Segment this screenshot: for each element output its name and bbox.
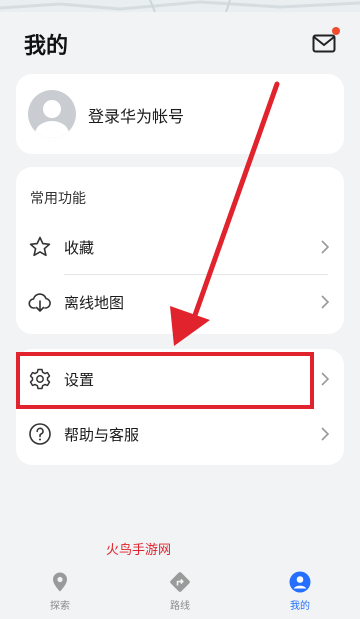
user-icon <box>289 571 311 593</box>
nav-tab-route[interactable]: 路线 <box>140 571 220 619</box>
nav-label-explore: 探索 <box>50 601 70 612</box>
default-avatar-icon <box>28 90 76 138</box>
cloud-download-icon <box>28 293 51 312</box>
nav-tab-explore[interactable]: 探索 <box>20 571 100 619</box>
divider <box>64 274 328 275</box>
favorites-label: 收藏 <box>64 239 95 257</box>
nav-label-mine: 我的 <box>290 601 310 612</box>
star-icon <box>29 236 51 257</box>
route-icon <box>170 572 190 592</box>
help-icon <box>29 423 51 445</box>
mail-button[interactable] <box>310 27 340 56</box>
chevron-right-icon <box>321 295 330 309</box>
bottom-navigation: 探索 路线 我的 <box>0 565 360 619</box>
chevron-right-icon <box>321 240 330 254</box>
map-background-strip <box>0 0 360 12</box>
chevron-right-icon <box>321 427 330 441</box>
help-service-label: 帮助与客服 <box>64 426 140 444</box>
notification-dot <box>332 27 340 35</box>
login-account-link[interactable]: 登录华为帐号 <box>88 103 184 127</box>
watermark-text: 火鸟手游网 <box>106 543 172 558</box>
help-service-row[interactable]: 帮助与客服 <box>16 409 344 459</box>
nav-tab-mine[interactable]: 我的 <box>260 571 340 619</box>
chevron-right-icon <box>321 372 330 386</box>
page-title: 我的 <box>24 34 69 59</box>
common-functions-card: 常用功能 收藏 离线地图 <box>16 167 344 334</box>
settings-highlight-box <box>16 352 314 409</box>
offline-map-label: 离线地图 <box>64 294 125 312</box>
profile-card[interactable]: 登录华为帐号 <box>16 74 344 154</box>
favorites-row[interactable]: 收藏 <box>16 222 344 272</box>
offline-map-row[interactable]: 离线地图 <box>16 277 344 327</box>
mail-icon <box>312 34 336 53</box>
location-pin-icon <box>53 572 67 592</box>
section-title: 常用功能 <box>30 191 86 207</box>
nav-label-route: 路线 <box>170 601 190 612</box>
header: 我的 <box>0 12 360 70</box>
